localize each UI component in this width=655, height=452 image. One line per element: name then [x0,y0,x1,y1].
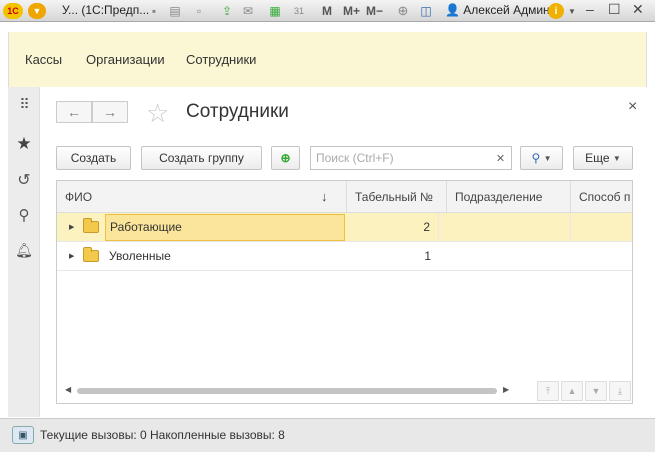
expand-arrow-icon[interactable]: ▶ [69,213,74,242]
folder-icon [83,247,99,262]
scroll-up-icon[interactable]: ▲ [561,381,583,401]
table-row[interactable]: ▶ Работающие 2 [57,213,632,242]
column-header-department[interactable]: Подразделение [447,181,571,213]
sections-bar: Кассы Организации Сотрудники [8,32,647,87]
employees-table[interactable]: ФИО ↓ Табельный № Подразделение Способ п … [56,180,633,404]
column-label: ФИО [65,190,93,204]
more-label: Еще [585,151,610,165]
scroll-thumb[interactable] [77,388,497,394]
memory-button[interactable]: M [322,3,332,19]
cell-department[interactable] [447,213,571,242]
page-title: Сотрудники [186,101,289,122]
preview-icon[interactable]: ▫ [192,3,206,19]
user-name[interactable]: 👤 Алексей Админ [445,3,550,17]
save-icon[interactable]: ▪ [147,3,161,19]
calls-status-text: Текущие вызовы: 0 Накопленные вызовы: 8 [40,428,285,442]
section-kassy[interactable]: Кассы [25,52,62,67]
back-arrow-icon[interactable]: ← [56,101,92,123]
add-to-favorites-icon[interactable]: ☆ [146,98,169,129]
calls-monitor-icon[interactable]: ▣ [12,426,34,444]
zoom-icon[interactable]: ⊕ [396,3,410,19]
user-label: Алексей Админ [463,3,550,17]
status-bar: ▣ Текущие вызовы: 0 Накопленные вызовы: … [0,418,655,452]
create-copy-icon[interactable]: ⊕ [271,146,300,170]
magnifier-icon: ⚲ [531,151,541,165]
folder-icon [83,218,99,233]
column-header-number[interactable]: Табельный № [347,181,447,213]
table-header: ФИО ↓ Табельный № Подразделение Способ п [57,181,632,213]
maximize-icon[interactable]: ☐ [608,1,621,17]
scroll-down-icon[interactable]: ▼ [585,381,607,401]
scroll-left-icon[interactable]: ◀ [65,385,71,394]
main-menu-button[interactable]: ▼ [28,3,46,19]
info-dropdown-icon[interactable]: ▼ [568,3,576,19]
calculator-icon[interactable]: ▦ [268,3,282,19]
section-employees[interactable]: Сотрудники [186,52,256,67]
search-input[interactable]: Поиск (Ctrl+F) [310,146,491,170]
memory-subtract-button[interactable]: M− [366,3,383,19]
expand-arrow-icon[interactable]: ▶ [69,242,74,271]
left-panel: ⠿ ★ ↺ ⚲ 🔔︎ [8,87,40,417]
info-icon[interactable]: i [548,3,564,19]
cell-name[interactable]: Работающие [105,214,345,241]
menu-icon[interactable]: ⠿ [8,96,40,113]
close-window-icon[interactable]: ✕ [632,1,644,17]
more-button[interactable]: Еще ▼ [573,146,633,170]
bell-icon[interactable]: 🔔︎ [8,242,40,259]
sort-down-icon: ↓ [321,189,328,204]
close-icon[interactable]: × [628,98,637,116]
horizontal-scrollbar[interactable]: ◀ ▶ [63,382,513,400]
print-icon[interactable]: ▤ [168,3,182,19]
chevron-down-icon: ▼ [612,153,621,163]
column-header-fio[interactable]: ФИО ↓ [57,181,347,213]
clear-search-icon[interactable]: ✕ [490,146,512,170]
panels-icon[interactable]: ◫ [419,3,433,19]
app-logo-icon[interactable]: 1С [3,3,23,19]
user-icon: 👤 [445,3,460,17]
memory-add-button[interactable]: M+ [343,3,360,19]
window-title: У... (1С:Предп... [62,3,150,17]
table-row[interactable]: ▶ Уволенные 1 [57,242,632,271]
title-bar: 1С ▼ У... (1С:Предп... ▪ ▤ ▫ ⇪ ✉ ▦ 31 M … [0,0,655,22]
calendar-icon[interactable]: 31 [292,3,306,19]
cell-number[interactable]: 2 [347,213,439,242]
minimize-icon[interactable]: – [586,1,594,17]
create-button[interactable]: Создать [56,146,131,170]
favorites-star-icon[interactable]: ★ [8,134,40,154]
forward-arrow-icon[interactable]: → [92,101,128,123]
create-group-button[interactable]: Создать группу [141,146,262,170]
chevron-down-icon: ▼ [543,153,552,163]
scroll-bottom-icon[interactable]: ⤓ [609,381,631,401]
section-organizations[interactable]: Организации [86,52,165,67]
search-options-button[interactable]: ⚲ ▼ [520,146,563,170]
search-icon[interactable]: ⚲ [8,206,40,224]
scroll-right-icon[interactable]: ▶ [503,385,509,394]
upload-icon[interactable]: ⇪ [220,3,234,19]
mail-icon[interactable]: ✉ [241,3,255,19]
column-header-method[interactable]: Способ п [571,181,632,213]
cell-number[interactable]: 1 [347,242,439,271]
cell-name[interactable]: Уволенные [105,242,345,271]
history-icon[interactable]: ↺ [8,170,40,190]
scroll-top-icon[interactable]: ⤒ [537,381,559,401]
